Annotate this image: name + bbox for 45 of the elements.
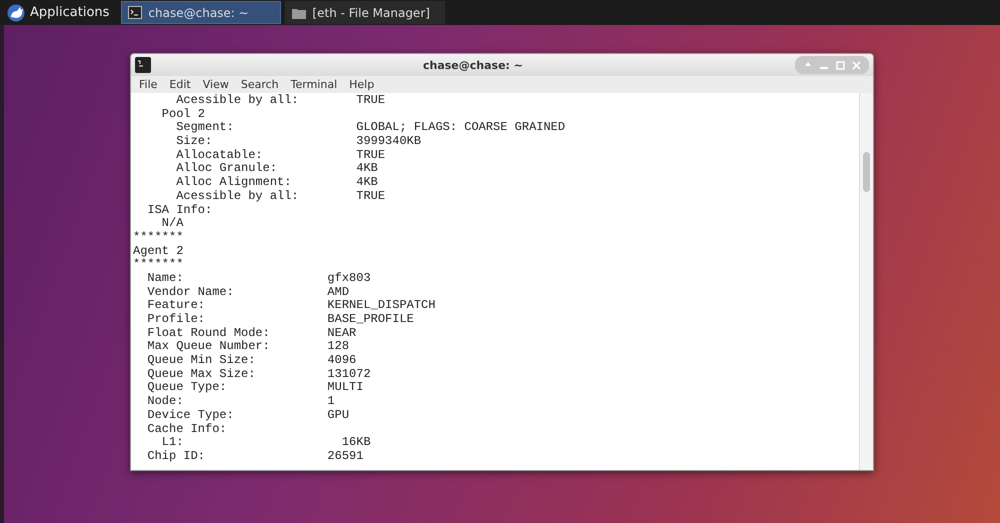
maximize-icon: [836, 60, 844, 70]
terminal-line: Profile: BASE_PROFILE: [146, 313, 415, 327]
scrollbar[interactable]: [859, 93, 873, 470]
terminal-line: L1: 16KB: [160, 436, 372, 450]
terminal-line: Queue Type: MULTI: [146, 381, 364, 395]
close-icon: [852, 60, 860, 70]
terminal-line: *******: [133, 258, 184, 272]
terminal-line: N/A: [160, 217, 184, 231]
terminal-icon: [135, 57, 151, 73]
terminal-line: Queue Max Size: 131072: [146, 368, 372, 382]
menu-item[interactable]: Terminal: [284, 78, 344, 91]
window-title: chase@chase: ~: [422, 58, 524, 72]
scrollbar-thumb[interactable]: [863, 152, 870, 192]
taskbar-button[interactable]: chase@chase: ~: [121, 1, 282, 24]
terminal-line: Alloc Granule: 4KB: [175, 162, 379, 176]
up-arrow-icon: [804, 61, 812, 69]
terminal-line: Float Round Mode: NEAR: [146, 326, 358, 340]
terminal-line: Allocatable: TRUE: [175, 148, 386, 162]
terminal-line: Device Type: GPU: [146, 408, 350, 422]
terminal-line: Feature: KERNEL_DISPATCH: [146, 299, 436, 313]
terminal-line: Segment: GLOBAL; FLAGS: COARSE GRAINED: [175, 121, 566, 135]
terminal-line: Acessible by all: TRUE: [175, 94, 386, 108]
terminal-line: Size: 3999340KB: [175, 135, 422, 149]
terminal-line: Max Queue Number: 128: [146, 340, 350, 354]
menu-item[interactable]: Search: [234, 78, 285, 91]
menu-item[interactable]: File: [133, 78, 164, 91]
menu-item[interactable]: Help: [343, 78, 380, 91]
terminal-line: Chip ID: 26591: [146, 450, 364, 464]
terminal-line: *******: [133, 230, 184, 245]
menu-item[interactable]: View: [196, 78, 235, 91]
terminal-line: Alloc Alignment: 4KB: [175, 176, 379, 190]
terminal-line: Vendor Name: AMD: [146, 286, 350, 300]
terminal-line: Cache Info:: [146, 422, 228, 436]
terminal-line: ISA Info:: [146, 204, 214, 217]
terminal-line: Queue Min Size: 4096: [146, 354, 358, 368]
terminal-icon: [128, 6, 142, 19]
taskbar-button[interactable]: [eth - File Manager]: [285, 1, 446, 24]
terminal-line: Name: gfx803: [146, 272, 372, 286]
terminal-line: Acessible by all: TRUE: [175, 190, 386, 204]
applications-menu[interactable]: Applications: [0, 0, 116, 25]
menu-item[interactable]: Edit: [163, 78, 197, 91]
folder-icon: [292, 6, 306, 18]
terminal-line: Agent 2: [133, 244, 184, 258]
terminal-line: Pool 2: [160, 108, 206, 122]
terminal-line: Node: 1: [146, 395, 336, 409]
